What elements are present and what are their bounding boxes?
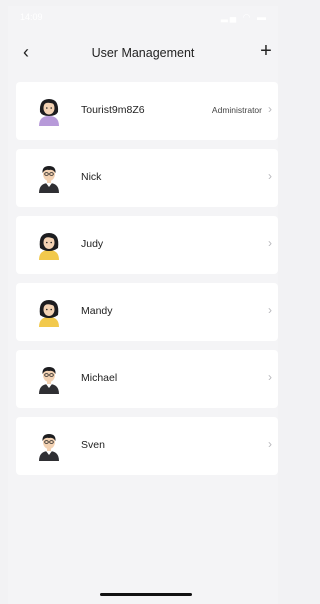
user-name: Mandy	[81, 305, 113, 317]
user-name: Judy	[81, 238, 104, 250]
user-role-badge: Administrator	[211, 105, 262, 115]
user-card[interactable]: Tourist9m8Z6 Administrator ›	[16, 82, 278, 140]
status-time: 14:09	[20, 12, 43, 22]
avatar-icon	[34, 364, 64, 394]
home-indicator	[100, 593, 192, 596]
chevron-right-icon: ›	[268, 370, 272, 384]
user-name: Nick	[81, 171, 102, 183]
avatar-icon	[34, 297, 64, 327]
user-name: Tourist9m8Z6	[81, 104, 145, 116]
user-card[interactable]: Sven ›	[16, 417, 278, 475]
user-name: Michael	[81, 372, 118, 384]
chevron-right-icon: ›	[268, 303, 272, 317]
status-bar: 14:09 ▂▄ ◠ ▬	[8, 6, 278, 28]
add-user-button[interactable]: +	[254, 39, 278, 63]
avatar-icon	[34, 96, 64, 126]
user-card[interactable]: Mandy ›	[16, 283, 278, 341]
status-icons: ▂▄ ◠ ▬	[220, 12, 268, 22]
user-card[interactable]: Michael ›	[16, 350, 278, 408]
avatar-icon	[34, 163, 64, 193]
avatar-icon	[34, 230, 64, 260]
chevron-right-icon: ›	[268, 102, 272, 116]
chevron-right-icon: ›	[268, 437, 272, 451]
user-card[interactable]: Judy ›	[16, 216, 278, 274]
plus-icon: +	[260, 39, 272, 62]
chevron-right-icon: ›	[268, 236, 272, 250]
page-title: User Management	[91, 46, 195, 60]
user-list: Tourist9m8Z6 Administrator › Nick › Judy › M…	[16, 82, 278, 484]
user-name: Sven	[81, 439, 105, 451]
avatar-icon	[34, 431, 64, 461]
navigation-bar: ‹ User Management +	[8, 36, 278, 72]
chevron-right-icon: ›	[268, 169, 272, 183]
phone-screen: 14:09 ▂▄ ◠ ▬ ‹ User Management + Tourist…	[8, 6, 278, 604]
user-card[interactable]: Nick ›	[16, 149, 278, 207]
